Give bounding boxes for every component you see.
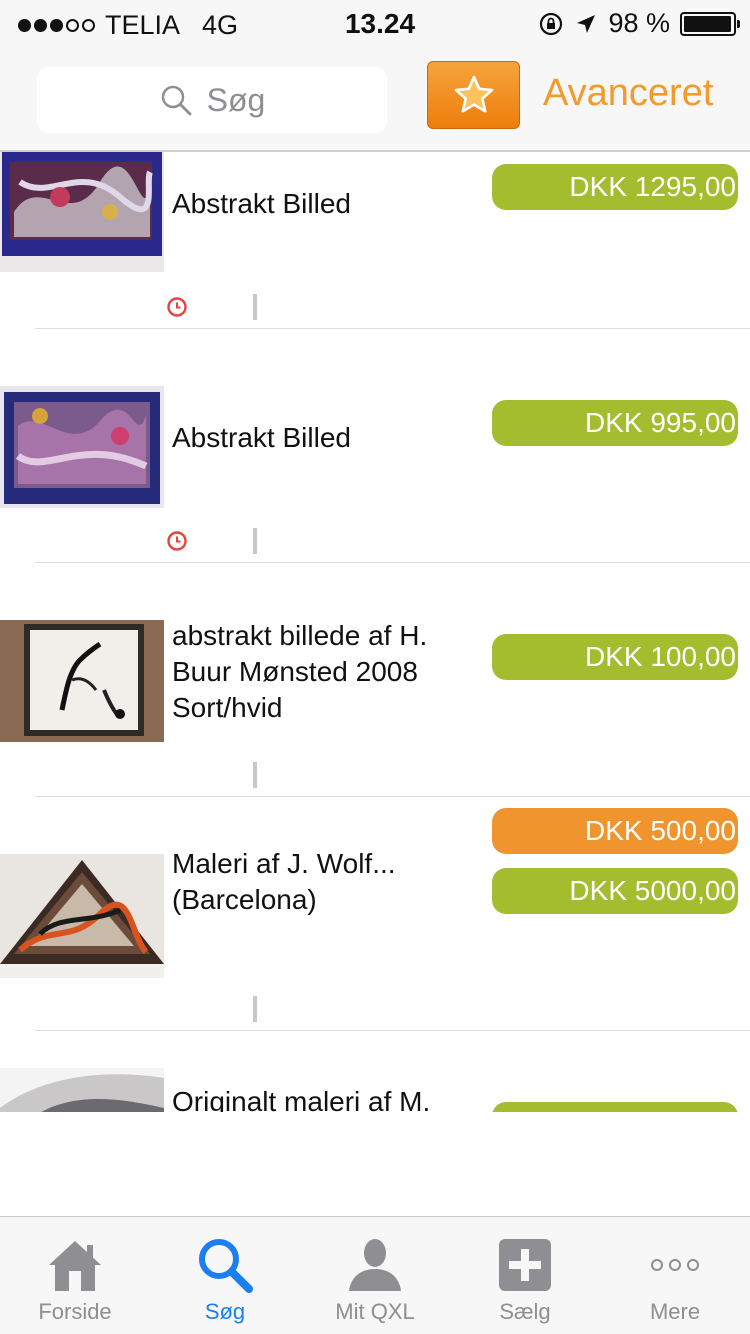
listing-title[interactable]: Abstrakt Billed xyxy=(172,186,482,222)
listing-price: DKK 5000,00 xyxy=(492,868,738,914)
tab-label: Mere xyxy=(649,1299,701,1324)
tab-forside[interactable]: Forside xyxy=(0,1217,150,1334)
plus-icon xyxy=(499,1239,551,1291)
row-divider xyxy=(35,562,750,563)
separator-tick xyxy=(253,294,257,320)
user-icon xyxy=(349,1239,401,1291)
list-item[interactable]: Abstrakt Billed DKK 995,00 xyxy=(0,386,750,620)
tab-sog[interactable]: Søg xyxy=(150,1217,300,1334)
separator-tick xyxy=(253,762,257,788)
status-bar: TELIA 4G 13.24 98 % xyxy=(0,0,750,50)
listing-thumbnail[interactable] xyxy=(0,152,164,272)
list-item[interactable]: Originalt maleri af M. xyxy=(0,1068,750,1112)
battery-icon xyxy=(680,11,740,36)
listing-title[interactable]: Maleri af J. Wolf... (Barcelona) xyxy=(172,846,482,918)
clock-icon xyxy=(167,531,187,551)
star-icon xyxy=(454,75,493,113)
listing-price xyxy=(492,1102,738,1112)
more-icon xyxy=(651,1259,699,1271)
listing-price-bid: DKK 500,00 xyxy=(492,808,738,854)
tab-label: Forside xyxy=(38,1299,112,1324)
rotation-lock-icon xyxy=(540,12,563,35)
search-placeholder: Søg xyxy=(206,81,266,118)
listing-price: DKK 995,00 xyxy=(492,400,738,446)
advanced-search-link[interactable]: Avanceret xyxy=(543,72,713,115)
listing-list[interactable]: Abstrakt Billed DKK 1295,00 Abstrakt Bil… xyxy=(0,152,750,1112)
search-icon xyxy=(199,1239,253,1293)
status-right: 98 % xyxy=(538,8,740,39)
tab-label: Sælg xyxy=(499,1299,551,1324)
tab-saelg[interactable]: Sælg xyxy=(450,1217,600,1334)
listing-thumbnail[interactable] xyxy=(0,620,164,742)
tab-label: Mit QXL xyxy=(335,1299,415,1324)
listing-title[interactable]: abstrakt billede af H. Buur Mønsted 2008… xyxy=(172,618,482,726)
listing-title[interactable]: Abstrakt Billed xyxy=(172,420,482,456)
row-divider xyxy=(35,1030,750,1031)
row-divider xyxy=(35,796,750,797)
tab-mit-qxl[interactable]: Mit QXL xyxy=(300,1217,450,1334)
favorites-button[interactable] xyxy=(427,61,520,129)
row-divider xyxy=(35,328,750,329)
listing-thumbnail[interactable] xyxy=(0,386,164,508)
search-input[interactable]: Søg xyxy=(37,67,387,133)
tab-mere[interactable]: Mere xyxy=(600,1217,750,1334)
listing-price: DKK 1295,00 xyxy=(492,164,738,210)
location-arrow-icon xyxy=(577,14,596,33)
house-icon xyxy=(49,1241,101,1291)
tab-bar: Forside Søg Mit QXL Sælg Mere xyxy=(0,1216,750,1334)
separator-tick xyxy=(253,996,257,1022)
tab-label: Søg xyxy=(204,1299,246,1324)
listing-title[interactable]: Originalt maleri af M. xyxy=(172,1084,482,1112)
list-item[interactable]: Maleri af J. Wolf... (Barcelona) DKK 500… xyxy=(0,808,750,1088)
listing-price: DKK 100,00 xyxy=(492,634,738,680)
listing-thumbnail[interactable] xyxy=(0,854,164,978)
separator-tick xyxy=(253,528,257,554)
list-item[interactable]: Abstrakt Billed DKK 1295,00 xyxy=(0,152,750,386)
clock-icon xyxy=(167,297,187,317)
listing-thumbnail[interactable] xyxy=(0,1068,164,1112)
search-icon xyxy=(161,85,192,116)
search-header: Søg Avanceret xyxy=(0,50,750,152)
battery-percentage: 98 % xyxy=(608,8,670,38)
